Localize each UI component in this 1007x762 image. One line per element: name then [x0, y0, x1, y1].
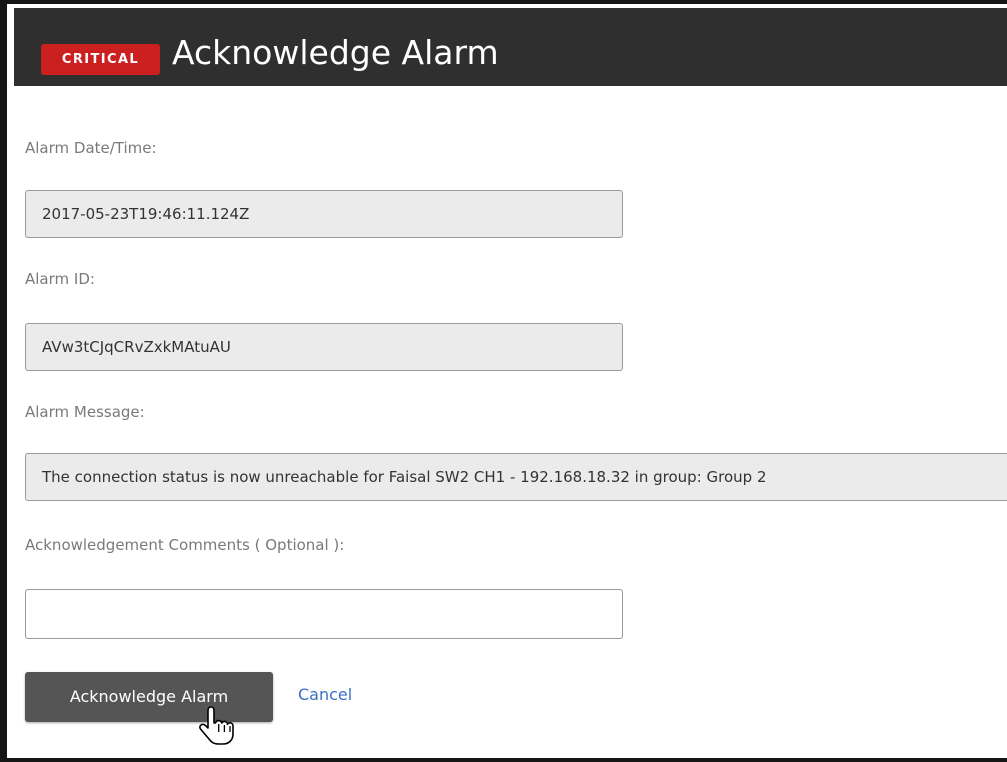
cancel-link[interactable]: Cancel	[298, 684, 352, 706]
alarm-datetime-label: Alarm Date/Time:	[25, 139, 157, 157]
hand-pointer-icon	[199, 706, 234, 745]
alarm-id-label: Alarm ID:	[25, 270, 95, 288]
comments-input[interactable]	[25, 589, 623, 639]
acknowledge-alarm-dialog: CRITICAL Acknowledge Alarm Alarm Date/Ti…	[0, 0, 1007, 762]
alarm-message-label: Alarm Message:	[25, 403, 145, 421]
critical-severity-badge: CRITICAL	[41, 44, 160, 75]
alarm-datetime-field[interactable]: 2017-05-23T19:46:11.124Z	[25, 190, 623, 238]
alarm-message-field[interactable]: The connection status is now unreachable…	[25, 453, 1007, 501]
comments-label: Acknowledgement Comments ( Optional ):	[25, 536, 345, 554]
dialog-title: Acknowledge Alarm	[172, 33, 499, 72]
alarm-id-field[interactable]: AVw3tCJqCRvZxkMAtuAU	[25, 323, 623, 371]
dialog-header: CRITICAL Acknowledge Alarm	[14, 8, 1007, 86]
